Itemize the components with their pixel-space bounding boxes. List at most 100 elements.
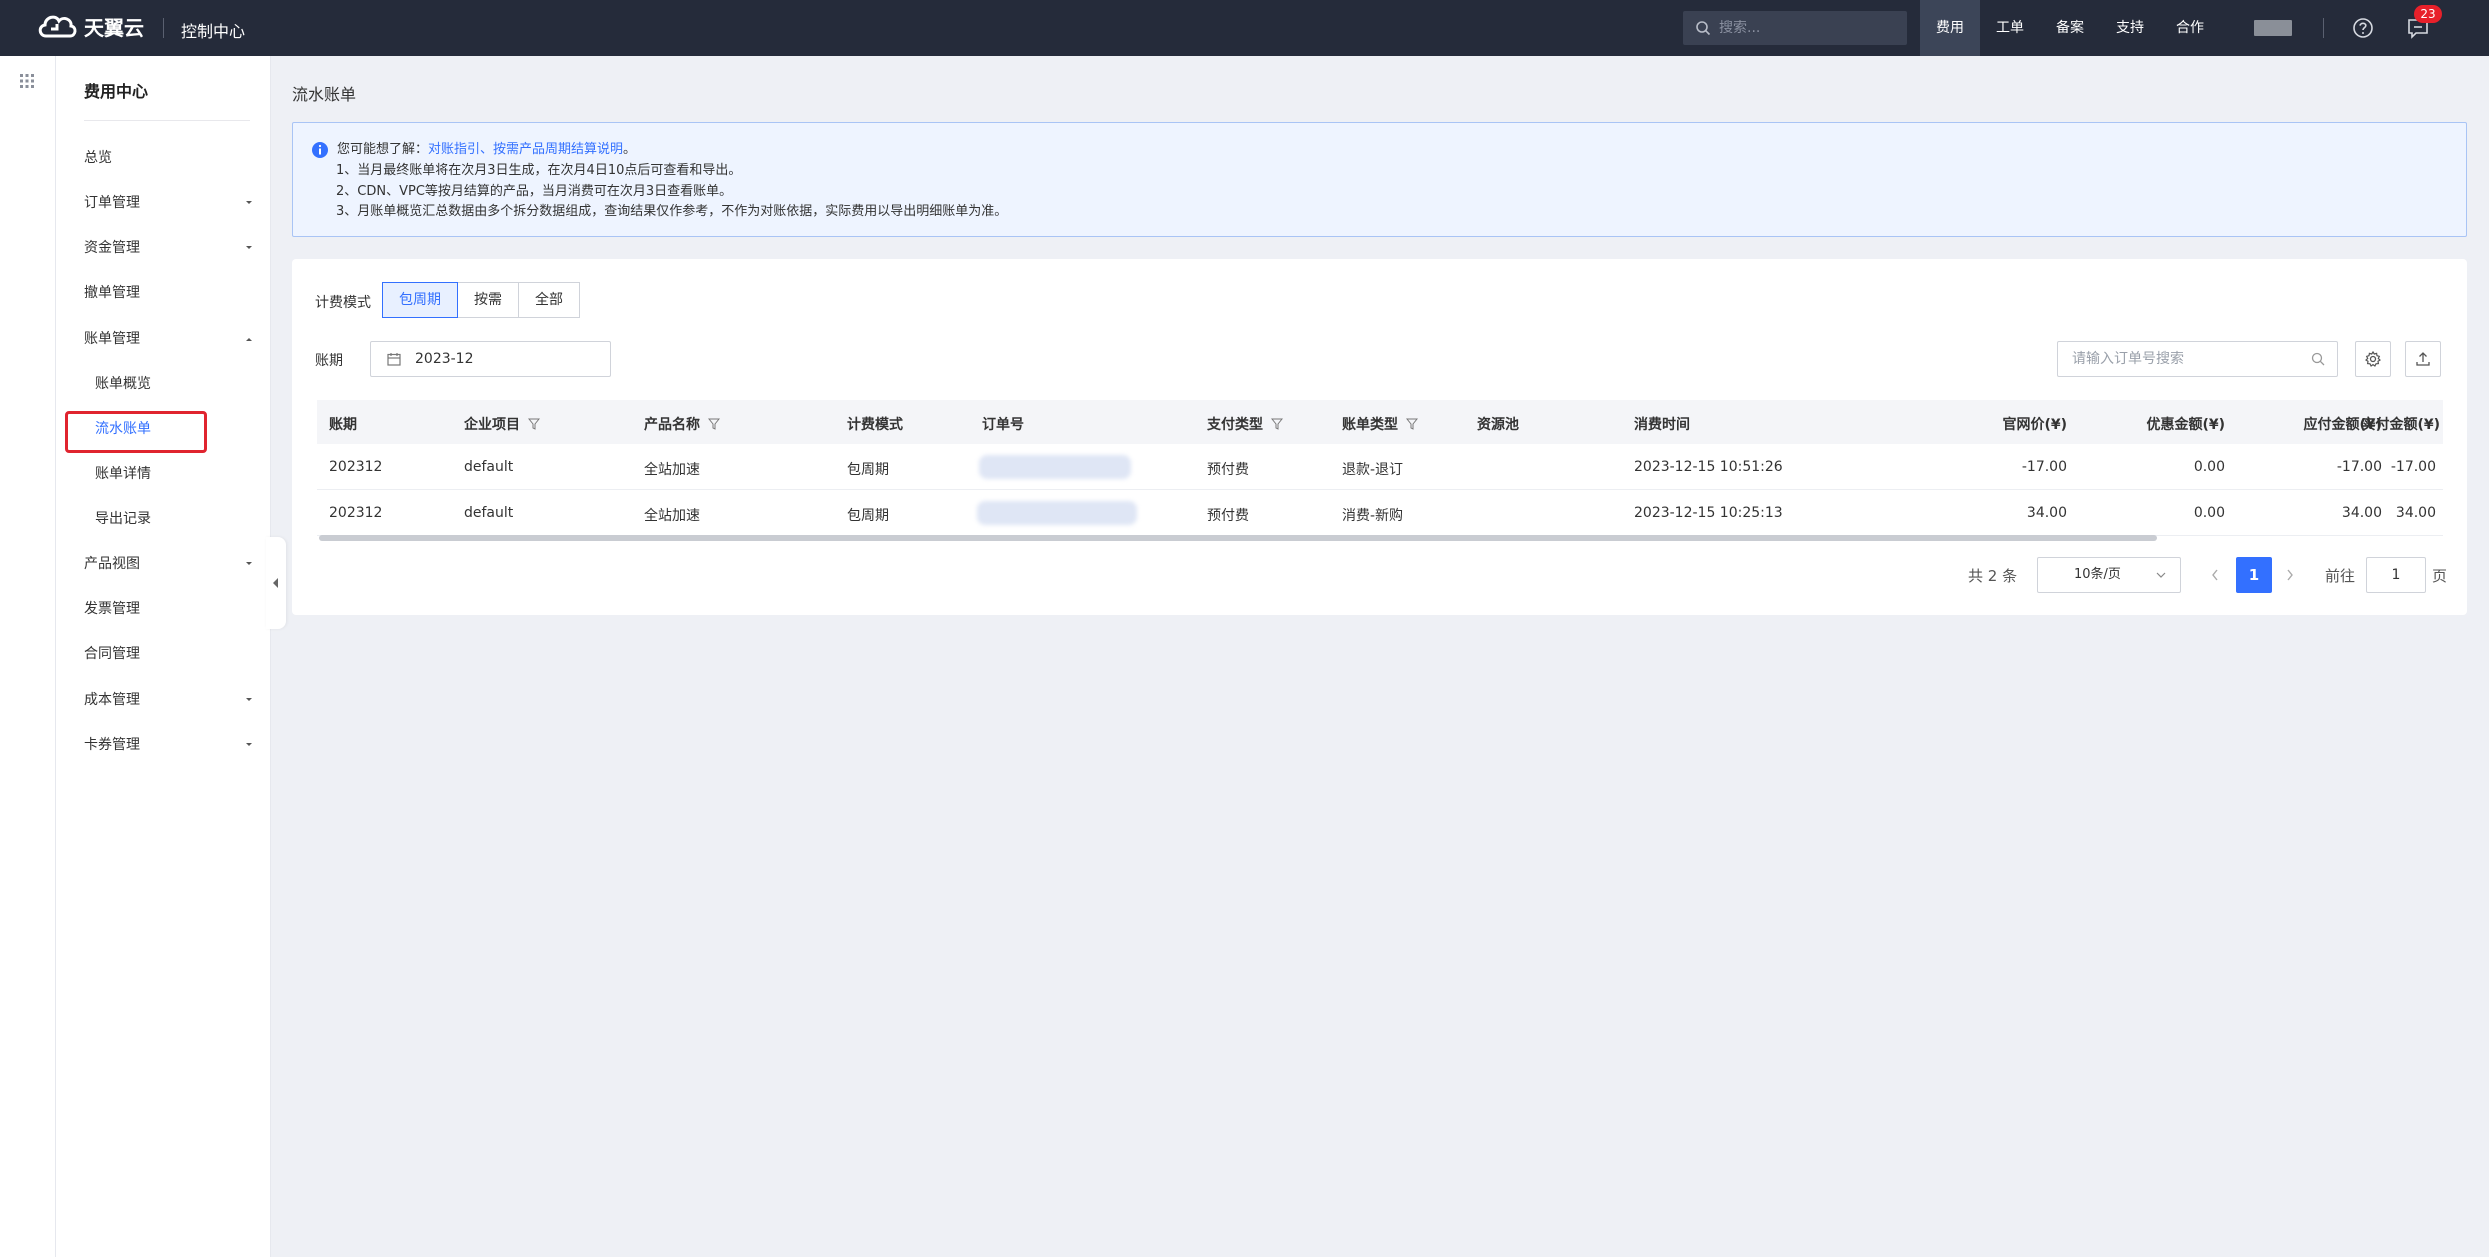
sidebar-title: 费用中心 [84,82,149,101]
nav-tickets[interactable]: 工单 [1980,0,2040,56]
cell-product-name: 全站加速 [644,508,700,524]
cell-product-name: 全站加速 [644,462,700,478]
col-bill-type[interactable]: 账单类型 [1342,414,1418,434]
top-nav: 费用 工单 备案 支持 合作 [1920,0,2220,56]
filter-icon[interactable] [1271,418,1283,430]
nav-fees[interactable]: 费用 [1920,0,1980,56]
period-label: 账期 [315,353,343,369]
sidebar-item-bill-details[interactable]: 账单详情 [95,462,265,486]
current-page-button[interactable]: 1 [2236,557,2272,593]
table-settings-button[interactable] [2355,341,2391,377]
mode-all[interactable]: 全部 [518,282,580,318]
nav-filing[interactable]: 备案 [2040,0,2100,56]
col-consume-time: 消费时间 [1634,417,1690,433]
filter-icon[interactable] [1406,418,1418,430]
col-product-name[interactable]: 产品名称 [644,414,720,434]
col-order-no: 订单号 [982,417,1024,433]
prev-page-icon[interactable] [2210,568,2220,582]
col-bill-type-label: 账单类型 [1342,417,1398,433]
cell-enterprise-project: default [464,505,514,521]
nav-partner[interactable]: 合作 [2160,0,2220,56]
horizontal-scrollbar[interactable] [319,535,2157,541]
notice-intro: 您可能想了解：对账指引、按需产品周期结算说明。 [337,138,636,157]
brand-name: 天翼云 [84,15,144,40]
page-size-select[interactable]: 10条/页 [2037,557,2181,593]
col-enterprise-project-label: 企业项目 [464,417,520,433]
apps-grid-icon[interactable] [19,73,35,89]
mode-on-demand[interactable]: 按需 [457,282,519,318]
notice-prefix: 您可能想了解： [337,142,429,157]
sidebar-item-contracts[interactable]: 合同管理 [84,642,254,666]
col-paid: 实付金额(¥) [2361,417,2440,433]
goto-page-input[interactable] [2366,557,2426,593]
sidebar-item-cost[interactable]: 成本管理 [84,688,254,712]
sidebar-item-bill-overview[interactable]: 账单概览 [95,372,265,396]
sidebar-collapse-toggle[interactable] [266,537,286,629]
chevron-left-icon [273,578,278,588]
sidebar-item-label: 撤单管理 [84,285,140,301]
nav-support[interactable]: 支持 [2100,0,2160,56]
cell-payment-type: 预付费 [1207,508,1249,524]
page-title: 流水账单 [292,85,357,104]
sidebar-item-label: 账单详情 [95,466,151,482]
filter-icon[interactable] [708,418,720,430]
left-rail [0,56,56,1257]
console-title[interactable]: 控制中心 [181,18,245,42]
next-page-icon[interactable] [2285,568,2295,582]
sidebar-item-invoices[interactable]: 发票管理 [84,597,254,621]
col-billing-mode: 计费模式 [847,417,903,433]
search-icon [1696,21,1711,36]
sidebar-item-label: 产品视图 [84,556,140,572]
col-product-name-label: 产品名称 [644,417,700,433]
global-search[interactable] [1683,11,1907,45]
sidebar-item-orders[interactable]: 订单管理 [84,191,254,215]
info-icon [312,142,328,158]
cell-payment-type: 预付费 [1207,462,1249,478]
col-payment-type[interactable]: 支付类型 [1207,414,1283,434]
sidebar-item-label: 订单管理 [84,195,140,211]
period-picker[interactable]: 2023-12 [370,341,611,377]
sidebar: 费用中心 总览 订单管理 资金管理 撤单管理 账单管理 账单概览 流水账单 账单… [56,56,271,1257]
bill-card: 计费模式 包周期 按需 全部 账期 2023-12 请输入订单号搜索 账期 企业… [292,259,2467,615]
sidebar-item-label: 导出记录 [95,511,151,527]
sidebar-item-label: 发票管理 [84,601,140,617]
highlight-annotation [65,411,207,453]
export-button[interactable] [2405,341,2441,377]
global-search-input[interactable] [1719,20,1889,36]
cell-consume-time: 2023-12-15 10:51:26 [1634,459,1783,475]
message-count-badge: 23 [2414,5,2442,23]
header-divider [163,18,164,38]
mode-subscription[interactable]: 包周期 [382,282,458,318]
cell-consume-time: 2023-12-15 10:25:13 [1634,505,1783,521]
notice-link[interactable]: 对账指引、按需产品周期结算说明 [428,142,623,157]
redacted-order-number [977,501,1137,525]
order-search-input[interactable] [2058,342,2298,376]
sidebar-item-coupons[interactable]: 卡券管理 [84,733,254,757]
col-enterprise-project[interactable]: 企业项目 [464,414,540,434]
billing-mode-selector: 包周期 按需 全部 [382,282,580,318]
user-account[interactable] [2254,20,2292,36]
sidebar-item-overview[interactable]: 总览 [84,146,254,170]
sidebar-item-label: 成本管理 [84,692,140,708]
notice-line-3: 3、月账单概览汇总数据由多个拆分数据组成，查询结果仅作参考，不作为对账依据，实际… [336,204,1008,219]
sidebar-item-label: 卡券管理 [84,737,140,753]
filter-icon[interactable] [528,418,540,430]
sidebar-item-bills[interactable]: 账单管理 [84,327,254,351]
order-search[interactable] [2057,341,2338,377]
sidebar-item-cancellations[interactable]: 撤单管理 [84,281,254,305]
cell-bill-type: 消费-新购 [1342,508,1404,524]
sidebar-item-export-records[interactable]: 导出记录 [95,507,265,531]
help-icon[interactable] [2352,17,2374,39]
table-row[interactable]: 202312 default 全站加速 包周期 预付费 消费-新购 2023-1… [317,490,2443,536]
period-value: 2023-12 [415,351,474,367]
header-divider-right [2323,18,2324,38]
col-payment-type-label: 支付类型 [1207,417,1263,433]
sidebar-item-funds[interactable]: 资金管理 [84,236,254,260]
cloud-logo-icon [38,15,77,38]
sidebar-item-product-view[interactable]: 产品视图 [84,552,254,576]
table-row[interactable]: 202312 default 全站加速 包周期 预付费 退款-退订 2023-1… [317,444,2443,490]
cell-period: 202312 [329,459,383,475]
chevron-down-icon [246,201,252,204]
page-suffix-label: 页 [2432,567,2448,585]
brand-logo[interactable]: 天翼云 [36,10,144,42]
